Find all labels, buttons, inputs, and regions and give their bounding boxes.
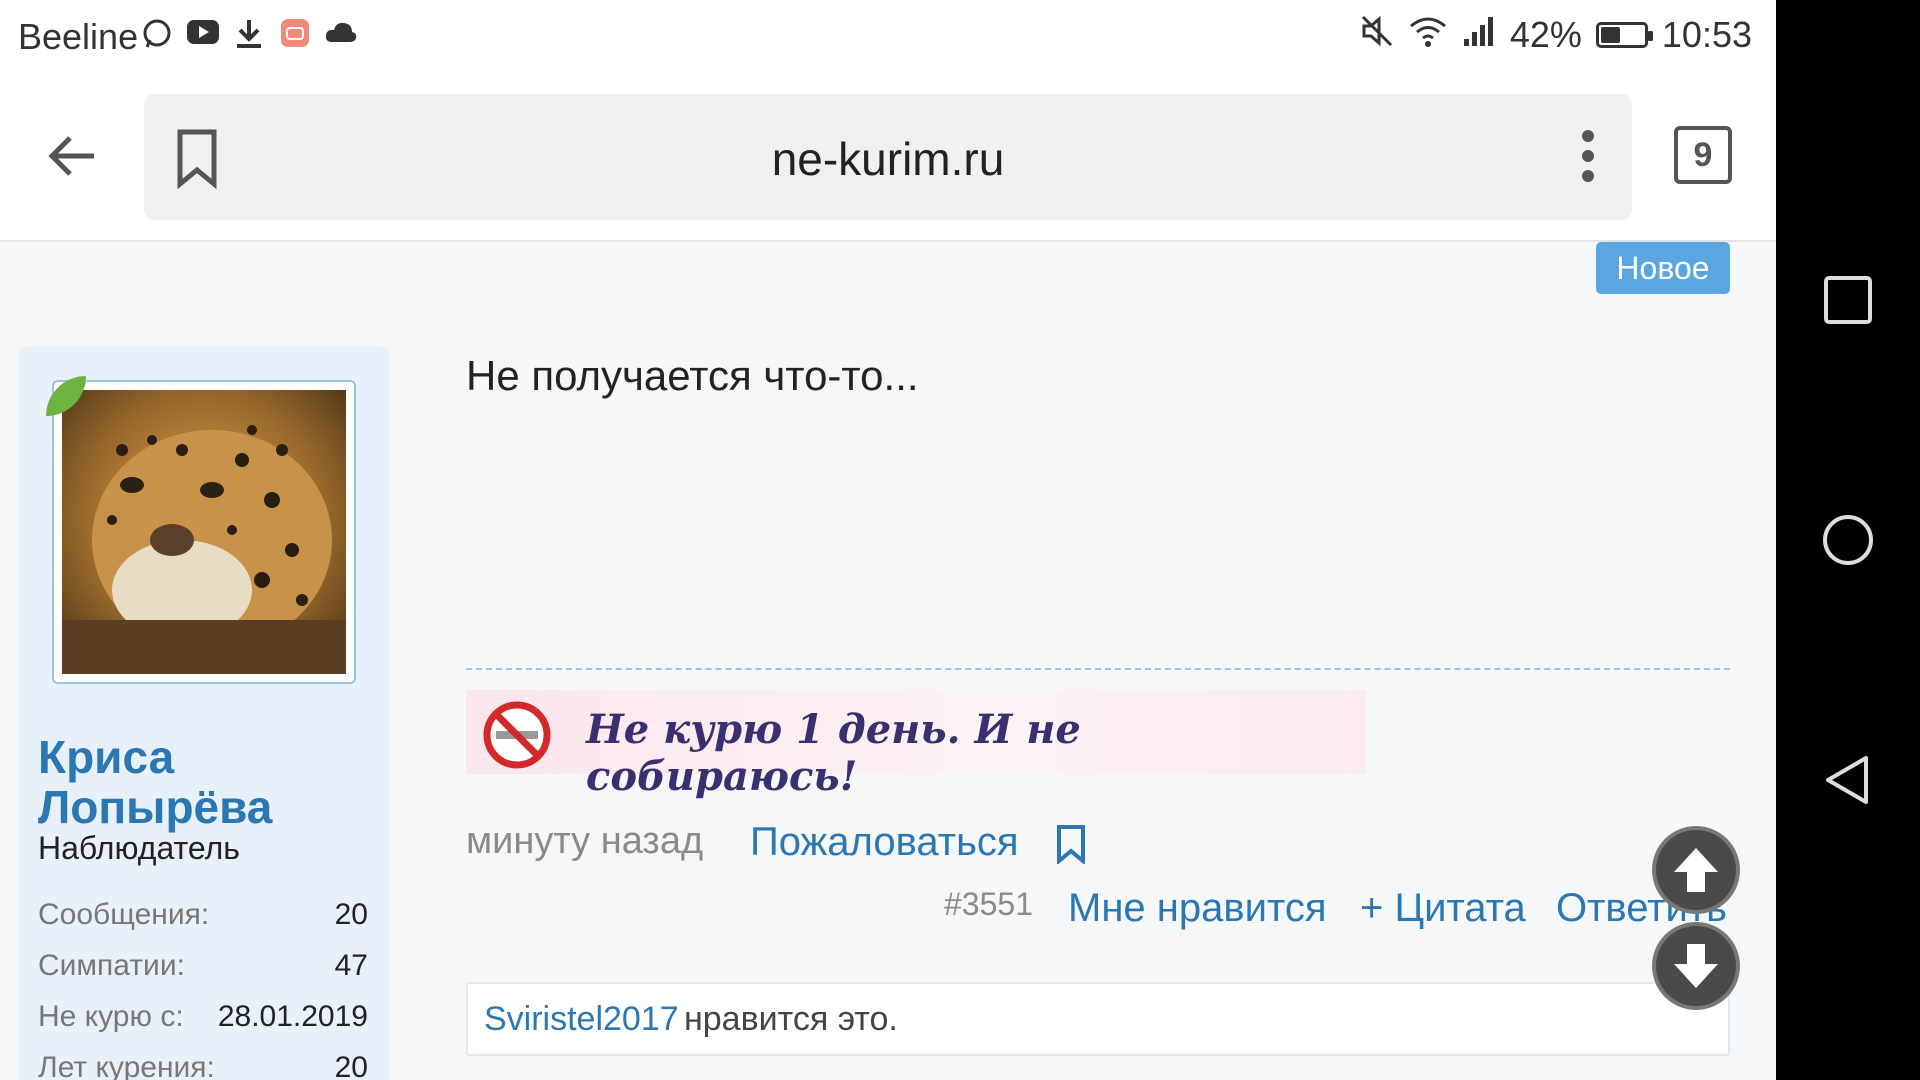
scroll-down-button[interactable] xyxy=(1652,922,1740,1010)
arrow-down-icon xyxy=(1674,944,1718,988)
report-link[interactable]: Пожаловаться xyxy=(750,820,1019,865)
signature-banner: Не курю 1 день. И не собираюсь! xyxy=(466,690,1366,800)
system-navigation-bar xyxy=(1776,0,1920,1080)
circle-icon xyxy=(1823,515,1873,565)
status-bar: Beeline 42% 10:53 xyxy=(0,0,1776,76)
browser-screen: Beeline 42% 10:53 ne-kurim.ru 9 Новое Кр… xyxy=(0,0,1776,1080)
carrier-name: Beeline xyxy=(18,16,139,57)
recents-button[interactable] xyxy=(1820,272,1876,328)
stat-value: 47 xyxy=(334,949,368,982)
signature-divider xyxy=(466,668,1730,670)
back-nav-button[interactable] xyxy=(1820,752,1876,808)
stat-label: Симпатии: xyxy=(38,949,185,982)
like-button[interactable]: Мне нравится xyxy=(1068,886,1326,931)
signal-icon xyxy=(1462,15,1496,55)
author-name[interactable]: Криса Лопырёва xyxy=(38,732,338,832)
avatar[interactable] xyxy=(62,390,346,674)
home-button[interactable] xyxy=(1820,512,1876,568)
author-title: Наблюдатель xyxy=(38,830,240,866)
address-bar[interactable]: ne-kurim.ru xyxy=(144,94,1632,220)
liked-text: нравится это. xyxy=(684,1000,898,1038)
signature-text: Не курю 1 день. И не собираюсь! xyxy=(586,706,1081,800)
stat-smoking-years: Лет курения: 20 xyxy=(38,1051,368,1080)
triangle-back-icon xyxy=(1826,756,1868,804)
post-time[interactable]: минуту назад xyxy=(466,820,703,863)
clock: 10:53 xyxy=(1661,14,1752,55)
stat-likes: Симпатии: 47 xyxy=(38,949,368,983)
author-sidebar: Криса Лопырёва Наблюдатель Сообщения: 20… xyxy=(18,346,390,1080)
youtube-icon xyxy=(186,18,220,52)
stat-label: Не курю с: xyxy=(38,1000,184,1033)
avatar-frame[interactable] xyxy=(52,380,356,684)
back-button[interactable] xyxy=(40,124,104,188)
stat-value: 20 xyxy=(334,1051,368,1080)
cloud-icon xyxy=(324,18,358,52)
liked-by-user[interactable]: Sviristel2017 xyxy=(484,1000,679,1039)
battery-icon xyxy=(1595,22,1653,48)
no-smoking-icon xyxy=(483,701,551,769)
arrow-left-icon xyxy=(48,136,94,176)
quote-button[interactable]: + Цитата xyxy=(1360,886,1526,931)
mute-icon xyxy=(1360,14,1394,56)
browser-toolbar: ne-kurim.ru 9 xyxy=(0,76,1776,242)
likes-summary: Sviristel2017 нравится это. xyxy=(466,982,1730,1056)
status-right: 42% 10:53 xyxy=(1360,14,1752,56)
tabs-button[interactable]: 9 xyxy=(1674,126,1732,184)
post-number[interactable]: #3551 xyxy=(944,886,1033,923)
stat-value: 20 xyxy=(334,898,368,931)
wifi-icon xyxy=(1408,14,1448,56)
app-icon xyxy=(278,18,312,52)
url-text[interactable]: ne-kurim.ru xyxy=(144,132,1632,186)
stat-messages: Сообщения: 20 xyxy=(38,898,368,932)
square-icon xyxy=(1824,276,1872,324)
whatsapp-icon xyxy=(140,18,174,52)
notification-icons xyxy=(140,18,358,52)
battery-percent: 42% xyxy=(1509,14,1582,55)
stat-quit-date: Не курю с: 28.01.2019 xyxy=(38,1000,368,1034)
bookmark-icon[interactable] xyxy=(1054,824,1088,864)
battery-fill xyxy=(1600,27,1621,43)
post-text: Не получается что-то... xyxy=(466,352,919,399)
stat-label: Сообщения: xyxy=(38,898,210,931)
stat-value: 28.01.2019 xyxy=(217,1000,368,1033)
download-icon xyxy=(232,18,266,52)
arrow-up-icon xyxy=(1674,848,1718,892)
scroll-up-button[interactable] xyxy=(1652,826,1740,914)
stat-label: Лет курения: xyxy=(38,1051,215,1080)
new-badge: Новое xyxy=(1596,242,1730,294)
more-menu-button[interactable] xyxy=(1576,130,1600,186)
